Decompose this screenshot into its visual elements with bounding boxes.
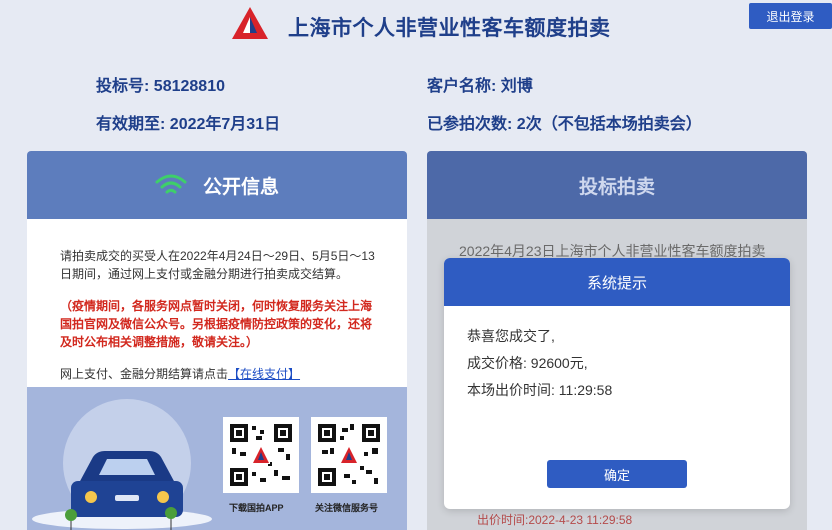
public-info-header: 公开信息 [27, 151, 407, 219]
dialog-title: 系统提示 [444, 258, 790, 306]
auction-count-value: 2次（不包括本场拍卖会） [516, 116, 702, 133]
epidemic-notice: （疫情期间，各服务网点暂时关闭，何时恢复服务关注上海国拍官网及微信公众号。另根据… [60, 299, 373, 349]
bid-time-value: 11:29:58 [558, 382, 613, 398]
wechat-qr-code [311, 417, 387, 493]
online-payment-line: 网上支付、金融分期结算请点击【在线支付】 [60, 365, 300, 382]
client-name-label: 客户名称: [427, 78, 497, 95]
bid-time-label: 本场出价时间: [467, 382, 555, 398]
client-name-field: 客户名称: 刘博 [427, 72, 533, 96]
auction-count-field: 已参拍次数: 2次（不包括本场拍卖会） [427, 110, 702, 134]
app-qr-code [223, 417, 299, 493]
client-name-value: 刘博 [500, 78, 533, 95]
deal-price-label: 成交价格: [467, 355, 527, 371]
settlement-notice: 请拍卖成交的买受人在2022年4月24日～29日、5月5日～13日期间，通过网上… [60, 249, 375, 281]
logout-button[interactable]: 退出登录 [749, 3, 832, 29]
confirm-button[interactable]: 确定 [547, 460, 687, 488]
bid-auction-title: 投标拍卖 [578, 176, 655, 198]
bid-time-text: 出价时间:2022-4-23 11:29:58 [477, 513, 633, 527]
bid-number-field: 投标号: 58128810 [96, 72, 225, 96]
success-message: 恭喜您成交了, [467, 328, 555, 344]
app-qr-label: 下载国拍APP [229, 503, 284, 513]
auction-count-label: 已参拍次数: [427, 116, 513, 133]
car-illustration [32, 399, 212, 530]
bid-auction-header: 投标拍卖 [427, 151, 807, 219]
deal-price-line: 成交价格: 92600元, [467, 353, 588, 373]
wifi-icon [155, 174, 187, 194]
online-payment-text: 网上支付、金融分期结算请点击 [60, 367, 229, 381]
wechat-qr-label: 关注微信服务号 [315, 503, 379, 513]
online-payment-link[interactable]: 【在线支付】 [228, 367, 300, 381]
valid-date-label: 有效期至: [96, 116, 166, 133]
bid-time-line: 本场出价时间: 11:29:58 [467, 380, 612, 400]
public-info-panel: 公开信息 请拍卖成交的买受人在2022年4月24日～29日、5月5日～13日期间… [27, 151, 407, 530]
public-info-title: 公开信息 [202, 176, 279, 198]
valid-date-field: 有效期至: 2022年7月31日 [96, 110, 280, 134]
bid-number-value: 58128810 [153, 78, 225, 95]
bid-number-label: 投标号: [96, 78, 150, 95]
logo-icon [232, 7, 268, 39]
system-prompt-dialog: 系统提示 恭喜您成交了, 成交价格: 92600元, 本场出价时间: 11:29… [444, 258, 790, 509]
valid-date-value: 2022年7月31日 [169, 116, 281, 133]
download-area: 下载国拍APP 关注微信服务号 [27, 387, 407, 530]
app-title: 上海市个人非营业性客车额度拍卖 [288, 17, 611, 40]
deal-price-value: 92600元, [530, 355, 588, 371]
